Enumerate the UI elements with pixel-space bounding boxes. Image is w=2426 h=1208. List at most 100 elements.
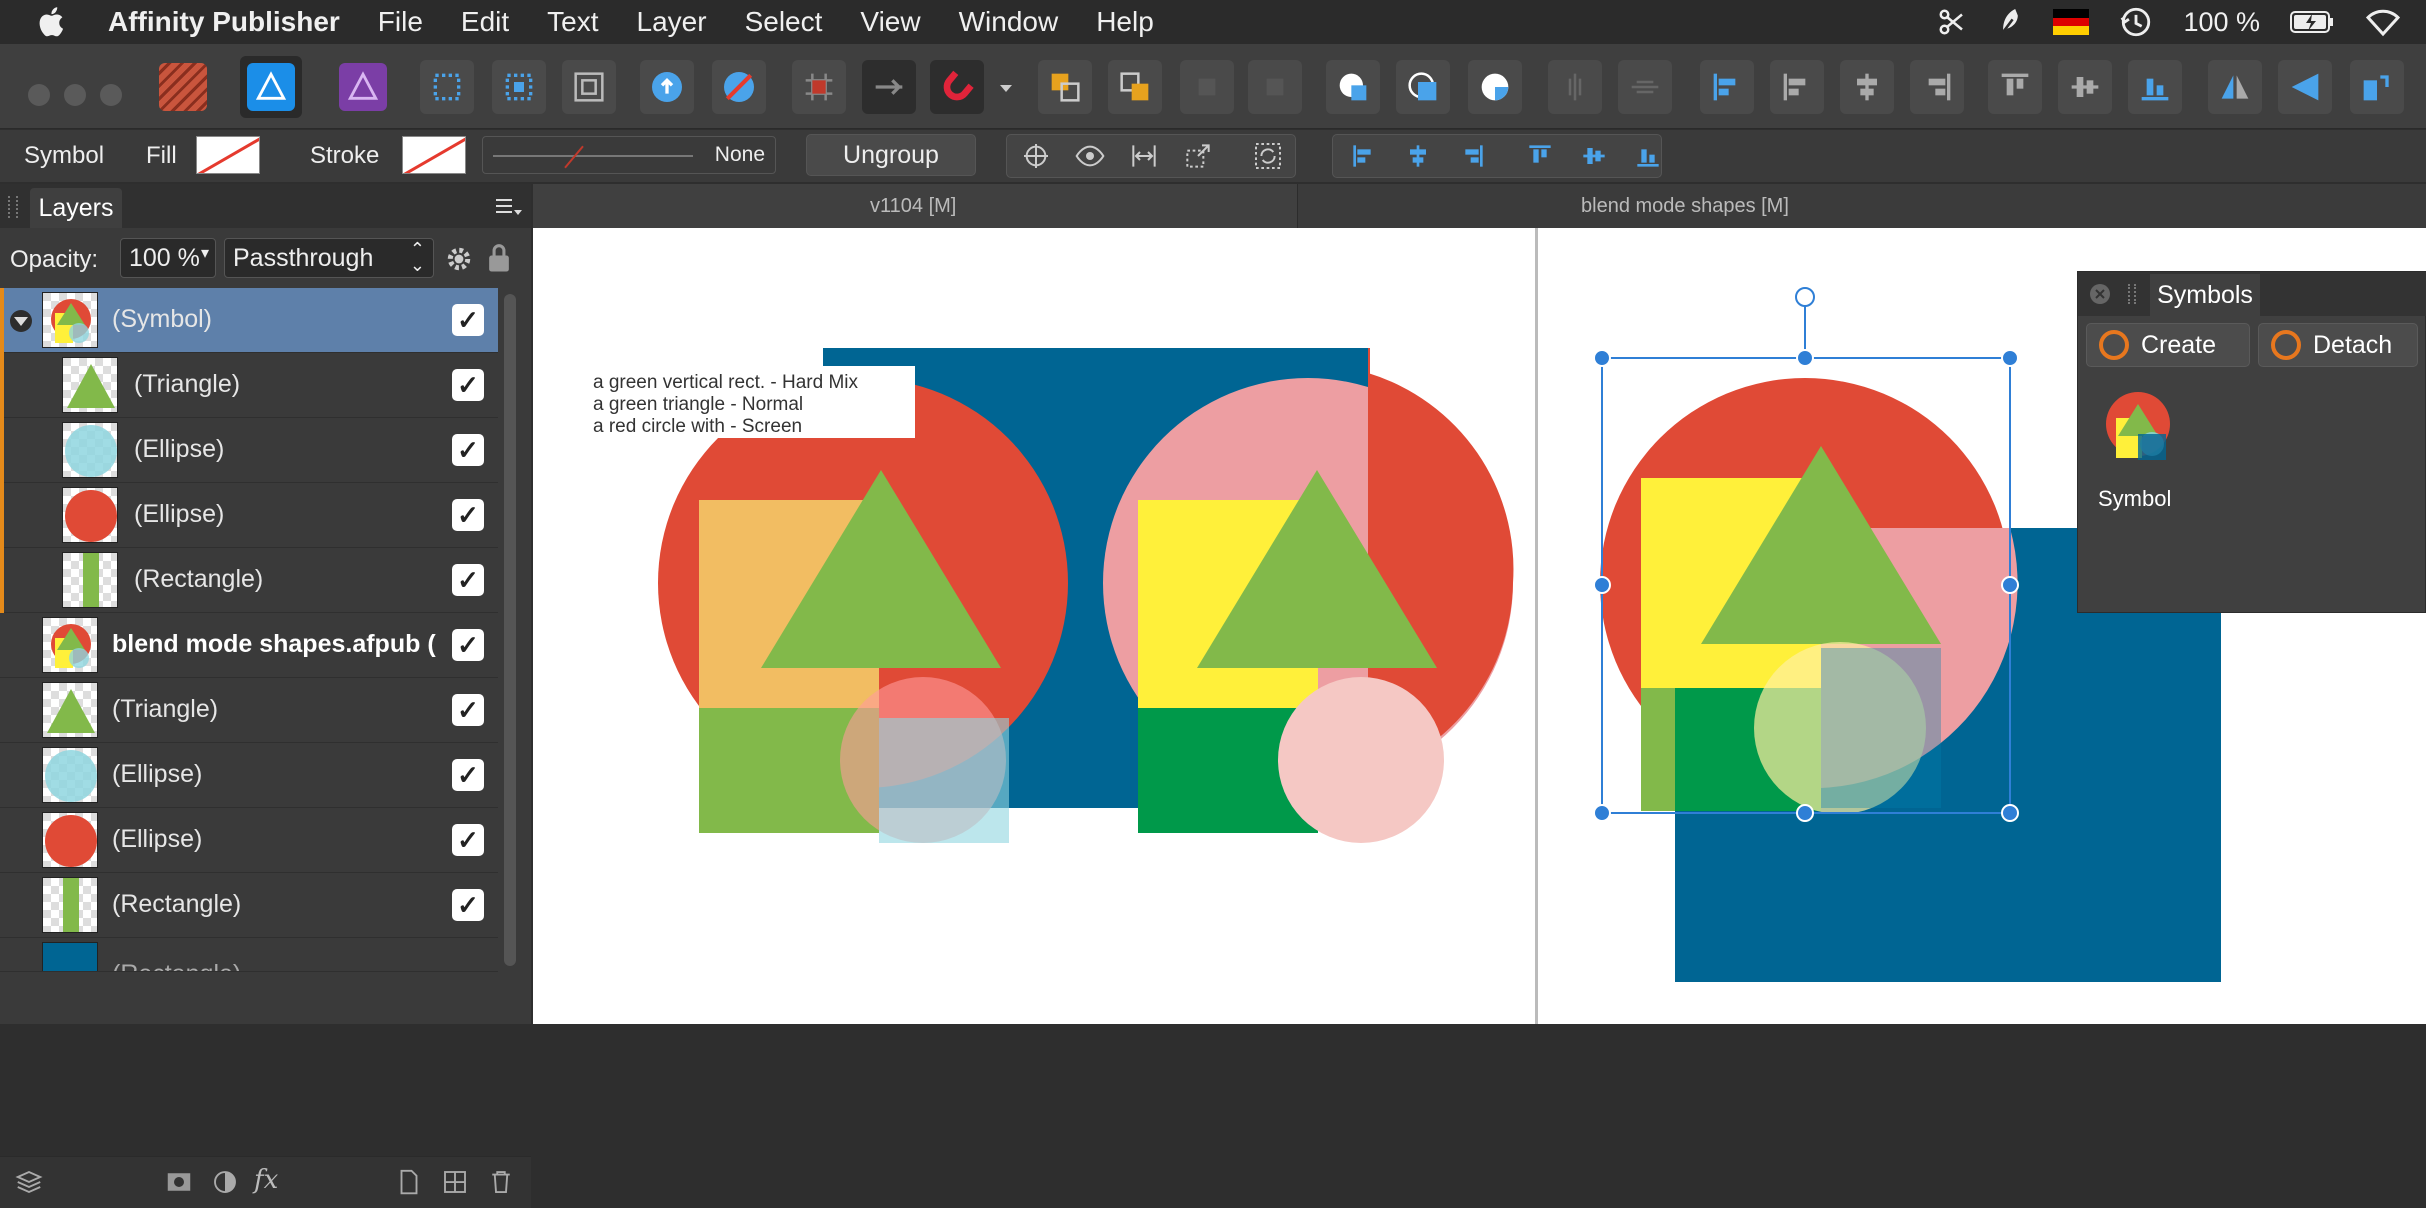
resize-handle[interactable]	[1796, 804, 1814, 822]
time-machine-icon[interactable]	[2119, 5, 2153, 39]
layer-visibility-checkbox[interactable]: ✓	[452, 434, 484, 466]
close-window-button[interactable]	[28, 84, 50, 106]
doc-tab-blend-mode-shapes[interactable]: blend mode shapes [M]	[1299, 184, 2426, 228]
new-page-icon[interactable]	[394, 1167, 424, 1197]
pixel-layer-icon[interactable]	[440, 1167, 470, 1197]
symbol-thumbnail[interactable]	[2092, 384, 2184, 476]
symbols-tab[interactable]: Symbols	[2150, 274, 2260, 316]
resize-handle[interactable]	[1796, 349, 1814, 367]
gear-icon[interactable]	[444, 244, 474, 274]
layer-row-group[interactable]: blend mode shapes.afpub ( ✓	[0, 613, 498, 678]
opacity-field[interactable]: 100 % ▾	[120, 238, 216, 278]
menu-window[interactable]: Window	[959, 6, 1059, 38]
align-bottom-icon[interactable]	[2128, 60, 2182, 114]
photo-persona-button[interactable]	[332, 56, 394, 118]
align-right-icon[interactable]	[1910, 60, 1964, 114]
wifi-icon[interactable]	[2364, 7, 2402, 37]
menu-file[interactable]: File	[378, 6, 423, 38]
doc-tab-v1104[interactable]: v1104 [M]	[533, 184, 1298, 228]
feather-icon[interactable]	[1997, 6, 2023, 38]
flip-vertical-icon[interactable]	[2278, 60, 2332, 114]
panel-menu-icon[interactable]	[494, 196, 522, 218]
layer-visibility-checkbox[interactable]: ✓	[452, 304, 484, 336]
arrange-front-icon[interactable]	[1108, 60, 1162, 114]
publisher-persona-button[interactable]	[152, 56, 214, 118]
align-top-icon[interactable]	[1988, 60, 2042, 114]
lock-icon[interactable]	[484, 242, 514, 274]
add-shape-icon[interactable]	[1326, 60, 1380, 114]
move-inside-icon[interactable]	[492, 60, 546, 114]
transform-icon[interactable]	[562, 60, 616, 114]
horizontal-divide-icon[interactable]	[1618, 60, 1672, 114]
resize-handle[interactable]	[1593, 576, 1611, 594]
flower-remove-icon[interactable]	[712, 60, 766, 114]
intersect-shape-icon[interactable]	[1468, 60, 1522, 114]
layer-visibility-checkbox[interactable]: ✓	[452, 564, 484, 596]
detach-symbol-button[interactable]: Detach	[2258, 323, 2418, 367]
square-icon[interactable]	[1180, 60, 1234, 114]
trash-icon[interactable]	[486, 1167, 516, 1197]
align-bottom-icon[interactable]	[1626, 136, 1670, 176]
layer-row-ellipse[interactable]: (Ellipse) ✓	[0, 483, 498, 548]
sync-icon[interactable]	[1246, 136, 1290, 176]
scale-object-icon[interactable]	[1176, 136, 1220, 176]
layer-visibility-checkbox[interactable]: ✓	[452, 499, 484, 531]
crosshair-icon[interactable]	[1014, 136, 1058, 176]
layer-row-rectangle[interactable]: (Rectangle) ✓	[0, 873, 498, 938]
menu-text[interactable]: Text	[547, 6, 598, 38]
stroke-width-slider[interactable]: None	[482, 136, 776, 174]
rotate-icon[interactable]	[2350, 60, 2404, 114]
blend-mode-select[interactable]: Passthrough ⌃ ⌄	[224, 238, 434, 278]
panel-grip-icon[interactable]	[2128, 284, 2136, 304]
disclosure-triangle-icon[interactable]	[8, 310, 34, 332]
create-symbol-button[interactable]: Create	[2086, 323, 2250, 367]
layer-row-rectangle[interactable]: (Rectangle)	[0, 938, 498, 972]
flip-horizontal-icon[interactable]	[2208, 60, 2262, 114]
designer-persona-button[interactable]	[240, 56, 302, 118]
layers-tab[interactable]: Layers	[30, 188, 122, 228]
close-panel-icon[interactable]	[2088, 282, 2112, 306]
align-right-icon[interactable]	[1450, 136, 1494, 176]
layer-row-rectangle[interactable]: (Rectangle) ✓	[0, 548, 498, 613]
apple-icon[interactable]	[36, 5, 70, 39]
align-left-2-icon[interactable]	[1770, 60, 1824, 114]
panel-grip-icon[interactable]	[8, 196, 18, 218]
menu-view[interactable]: View	[860, 6, 920, 38]
mask-icon[interactable]	[164, 1167, 194, 1197]
resize-handle[interactable]	[2001, 576, 2019, 594]
align-left-icon[interactable]	[1342, 136, 1386, 176]
layer-row-ellipse[interactable]: (Ellipse) ✓	[0, 743, 498, 808]
minimize-window-button[interactable]	[64, 84, 86, 106]
align-left-icon[interactable]	[1700, 60, 1754, 114]
frame-select-icon[interactable]	[420, 60, 474, 114]
german-flag-icon[interactable]	[2053, 9, 2090, 35]
resize-handle[interactable]	[1593, 349, 1611, 367]
layer-row-ellipse[interactable]: (Ellipse) ✓	[0, 418, 498, 483]
square-icon[interactable]	[1248, 60, 1302, 114]
layer-visibility-checkbox[interactable]: ✓	[452, 824, 484, 856]
layer-visibility-checkbox[interactable]: ✓	[452, 759, 484, 791]
align-center-icon[interactable]	[1840, 60, 1894, 114]
grid-snap-icon[interactable]	[792, 60, 846, 114]
subtract-shape-icon[interactable]	[1396, 60, 1450, 114]
preflight-icon[interactable]	[862, 60, 916, 114]
layer-visibility-checkbox[interactable]: ✓	[452, 889, 484, 921]
layer-row-triangle[interactable]: (Triangle) ✓	[0, 353, 498, 418]
resize-handle[interactable]	[2001, 349, 2019, 367]
menu-layer[interactable]: Layer	[637, 6, 707, 38]
rotation-handle[interactable]	[1795, 287, 1815, 307]
eye-icon[interactable]	[1068, 136, 1112, 176]
align-top-icon[interactable]	[1518, 136, 1562, 176]
text-note-box[interactable]: a green vertical rect. - Hard Mix a gree…	[583, 366, 915, 438]
fx-icon[interactable]: fx	[254, 1165, 278, 1195]
flower-shape-icon[interactable]	[640, 60, 694, 114]
align-middle-icon[interactable]	[1572, 136, 1616, 176]
scale-h-icon[interactable]	[1122, 136, 1166, 176]
resize-handle[interactable]	[2001, 804, 2019, 822]
zoom-window-button[interactable]	[100, 84, 122, 106]
vertical-divide-icon[interactable]	[1548, 60, 1602, 114]
align-center-icon[interactable]	[1396, 136, 1440, 176]
layers-scrollbar[interactable]	[504, 294, 516, 966]
layer-visibility-checkbox[interactable]: ✓	[452, 694, 484, 726]
adjustment-icon[interactable]	[210, 1167, 240, 1197]
